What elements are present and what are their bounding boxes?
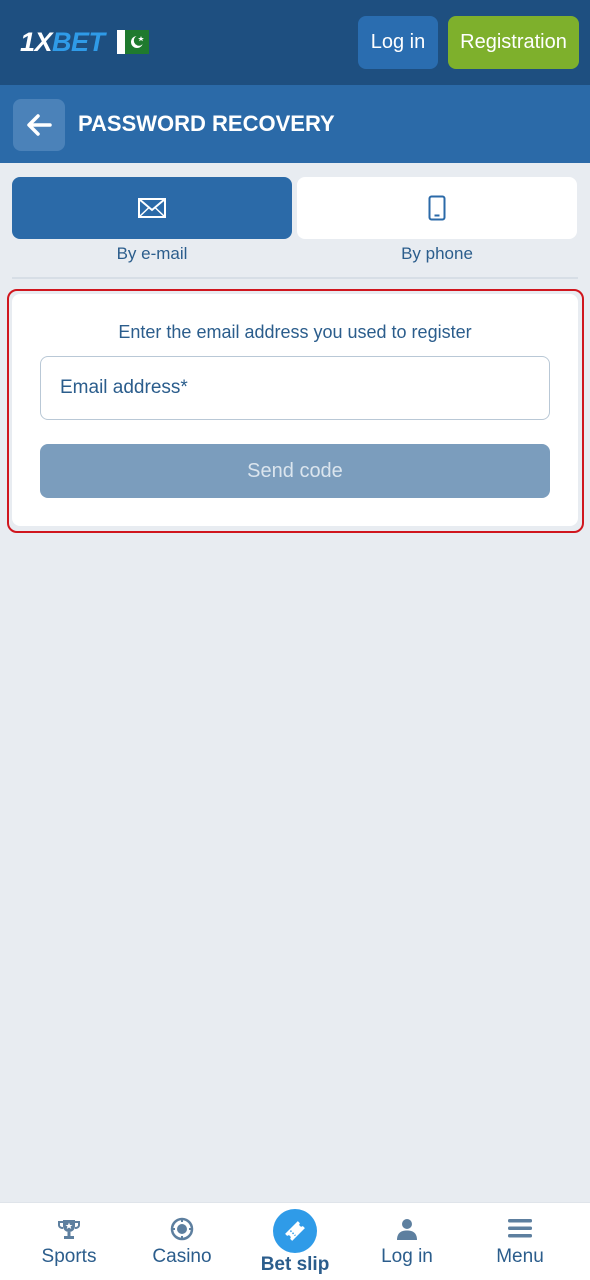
tab-label-phone[interactable]: By phone: [297, 244, 577, 264]
bet-slip-badge: [273, 1209, 317, 1253]
registration-button[interactable]: Registration: [448, 16, 579, 69]
nav-item-casino[interactable]: Casino: [123, 1203, 241, 1280]
nav-label-bet-slip: Bet slip: [260, 1254, 330, 1275]
back-button[interactable]: [13, 99, 65, 151]
phone-icon: [428, 195, 446, 221]
pakistan-flag-icon: [116, 30, 149, 54]
tab-by-email[interactable]: [12, 177, 292, 239]
top-bar: 1XBET Log in Registration: [0, 0, 590, 85]
ticket-icon: [285, 1221, 305, 1241]
hamburger-icon: [508, 1219, 532, 1238]
page-title: PASSWORD RECOVERY: [78, 111, 335, 136]
nav-label-casino: Casino: [152, 1246, 212, 1267]
nav-item-login[interactable]: Log in: [348, 1203, 466, 1280]
user-icon: [397, 1219, 417, 1240]
page-header: PASSWORD RECOVERY: [0, 85, 590, 163]
arrow-left-icon: [27, 114, 52, 136]
nav-item-bet-slip[interactable]: Bet slip: [236, 1203, 354, 1280]
logo-text: 1XBET: [20, 26, 105, 57]
divider: [12, 277, 578, 279]
nav-label-sports: Sports: [41, 1246, 97, 1267]
nav-label-login: Log in: [381, 1246, 433, 1267]
nav-item-menu[interactable]: Menu: [461, 1203, 579, 1280]
brand-logo[interactable]: 1XBET: [20, 26, 149, 58]
login-button[interactable]: Log in: [358, 16, 438, 69]
tab-by-phone[interactable]: [297, 177, 577, 239]
envelope-icon: [138, 198, 166, 218]
highlight-outline: [7, 289, 584, 533]
casino-chip-icon: [170, 1217, 194, 1241]
nav-item-sports[interactable]: Sports: [10, 1203, 128, 1280]
nav-label-menu: Menu: [496, 1246, 544, 1267]
tab-label-email[interactable]: By e-mail: [12, 244, 292, 264]
bottom-nav: Sports Casino Bet slip Log in Menu: [0, 1202, 590, 1280]
trophy-icon: [58, 1220, 80, 1239]
